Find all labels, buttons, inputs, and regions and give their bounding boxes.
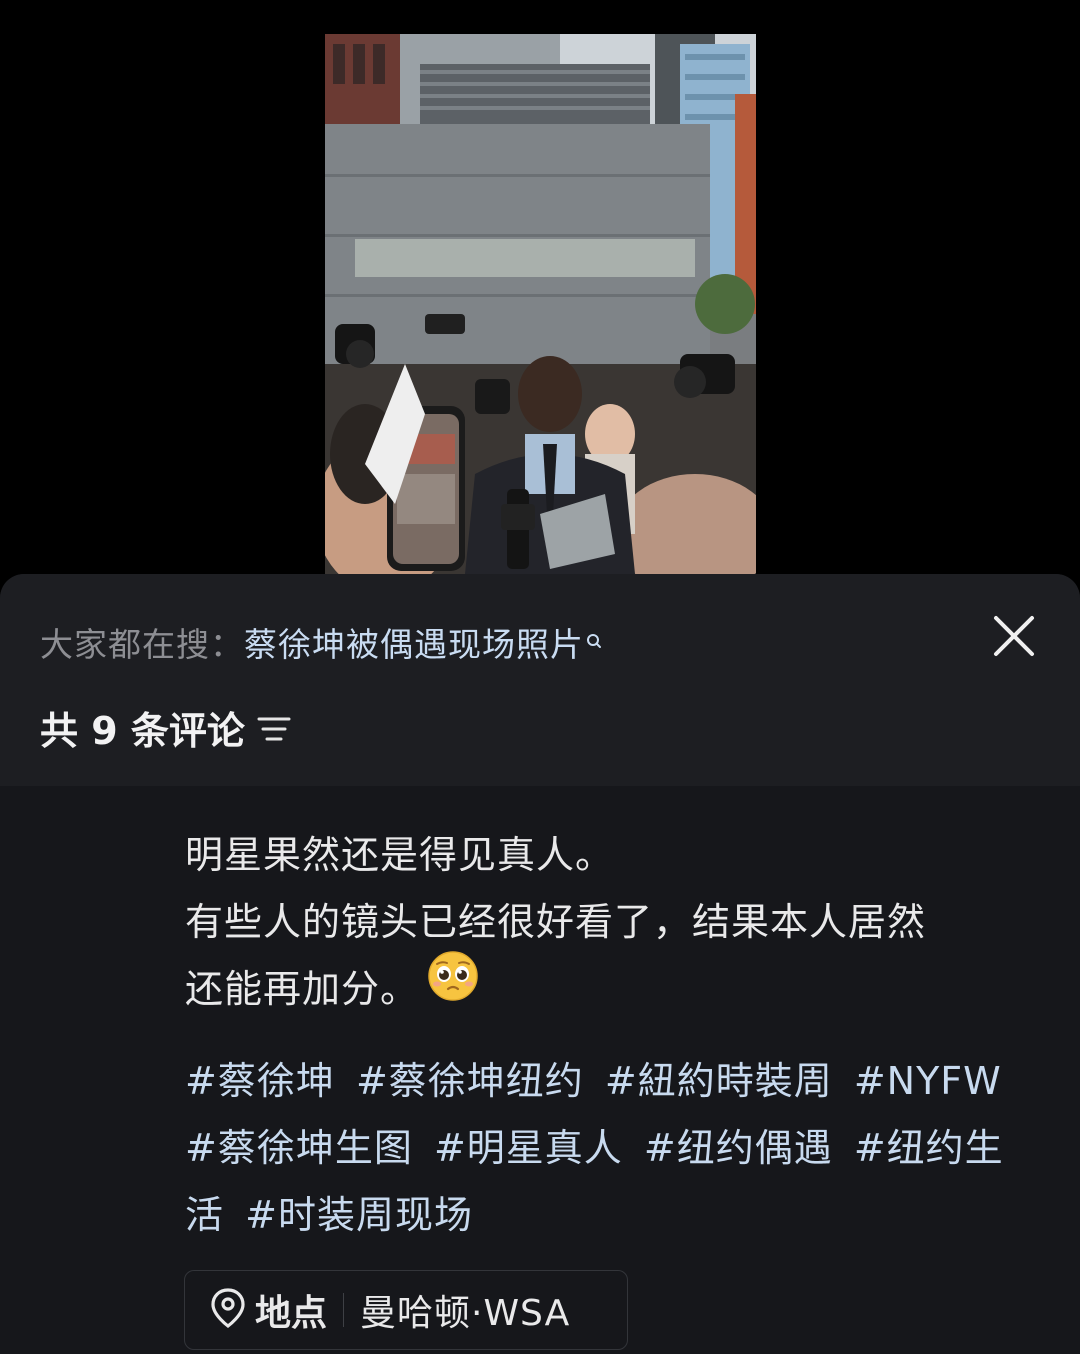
comments-sheet-header: 大家都在搜：蔡徐坤被偶遇现场照片 共 9 条评论 <box>0 574 1080 786</box>
search-suggestion-prefix: 大家都在搜： <box>40 625 244 664</box>
hashtag-link[interactable]: #蔡徐坤生图 <box>185 1126 413 1170</box>
search-icon <box>586 620 602 659</box>
photo-illustration <box>325 34 756 574</box>
hashtag-link[interactable]: #明星真人 <box>434 1126 623 1170</box>
location-label: 地点 <box>255 1293 328 1334</box>
post-text-line-text: 还能再加分。 <box>185 967 420 1011</box>
comments-sheet: 大家都在搜：蔡徐坤被偶遇现场照片 共 9 条评论 明星果然还是得见真人。 有些人… <box>0 574 1080 1354</box>
comment-count: 共 9 条评论 <box>40 709 245 753</box>
search-suggestion[interactable]: 大家都在搜：蔡徐坤被偶遇现场照片 <box>40 618 602 666</box>
hashtag-link[interactable]: #纽约偶遇 <box>644 1126 833 1170</box>
hashtag-link[interactable]: #NYFW <box>854 1059 1002 1103</box>
post-text-line: 有些人的镜头已经很好看了，结果本人居然 <box>185 900 927 944</box>
photo-backdrop <box>0 0 1080 580</box>
hashtag-link[interactable]: #紐約時裝周 <box>605 1059 833 1103</box>
location-pin-icon <box>209 1287 247 1333</box>
close-icon <box>994 616 1034 656</box>
search-suggestion-query[interactable]: 蔡徐坤被偶遇现场照片 <box>244 625 584 664</box>
post-text: 明星果然还是得见真人。 有些人的镜头已经很好看了，结果本人居然 还能再加分。 <box>185 822 1035 1023</box>
post-text-line: 明星果然还是得见真人。 <box>185 833 615 877</box>
location-divider <box>343 1293 345 1327</box>
location-value: 曼哈顿·WSA <box>360 1293 571 1334</box>
post-text-line-last: 还能再加分。 <box>185 951 1035 1023</box>
sort-filter-icon[interactable] <box>257 709 291 753</box>
close-button[interactable] <box>992 614 1036 658</box>
hashtag-list: #蔡徐坤 #蔡徐坤纽约 #紐約時裝周 #NYFW #蔡徐坤生图 #明星真人 #纽… <box>185 1048 1035 1249</box>
hashtag-link[interactable]: #蔡徐坤 <box>185 1059 335 1103</box>
post-photo[interactable] <box>325 34 756 574</box>
location-tag[interactable]: 地点 曼哈顿·WSA <box>184 1270 628 1350</box>
hashtag-link[interactable]: #时装周现场 <box>245 1193 473 1237</box>
hashtag-link[interactable]: #蔡徐坤纽约 <box>356 1059 584 1103</box>
comment-count-row: 共 9 条评论 <box>40 700 291 755</box>
pleading-face-emoji-icon <box>427 950 479 1023</box>
